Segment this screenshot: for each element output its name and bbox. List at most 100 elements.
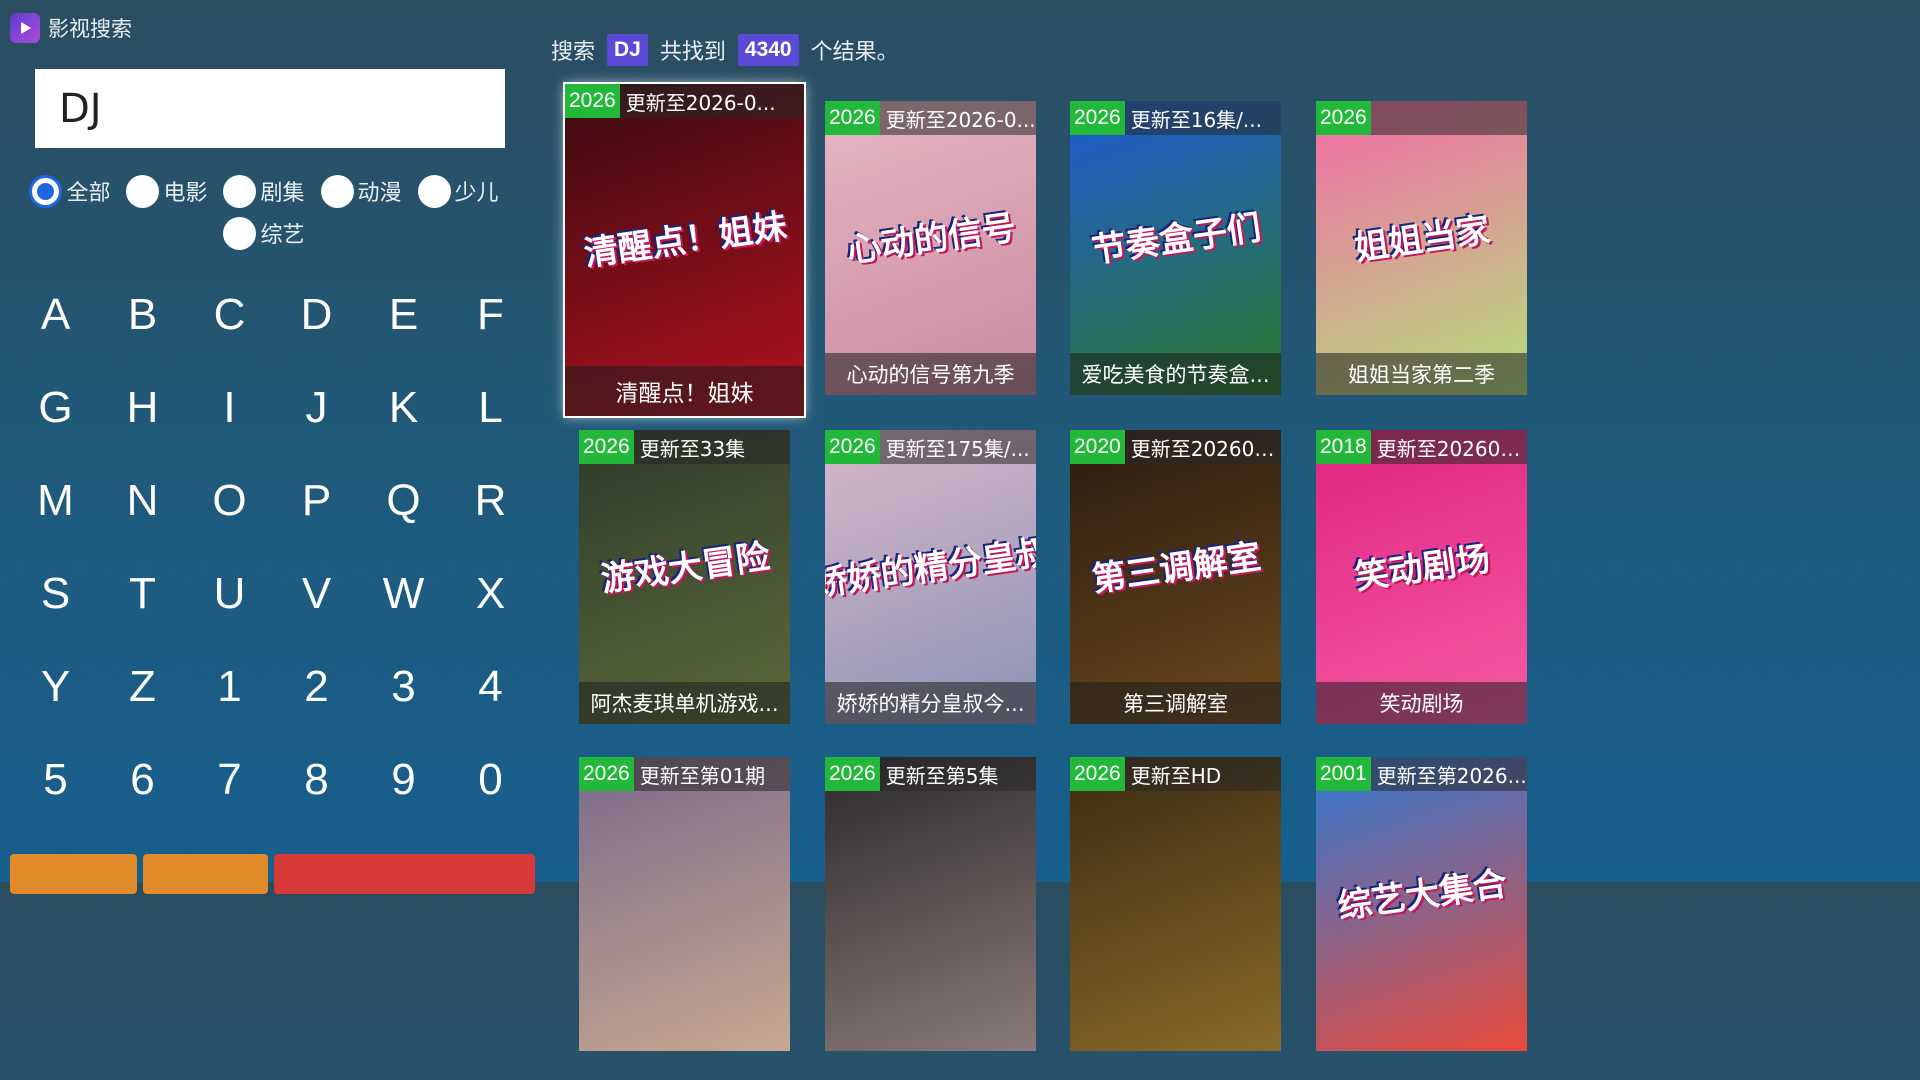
key-l[interactable]: L <box>447 361 534 454</box>
result-card[interactable]: 心动的信号 2026 更新至2026-0... 心动的信号第九季 <box>825 101 1036 395</box>
key-9[interactable]: 9 <box>360 733 447 826</box>
key-m[interactable]: M <box>12 454 99 547</box>
update-status: 更新至202609... <box>1376 436 1527 461</box>
year-badge: 2026 <box>825 757 880 791</box>
result-card[interactable]: 2026 更新至第5集 <box>825 757 1036 1051</box>
key-w[interactable]: W <box>360 547 447 640</box>
result-title: 娇娇的精分皇叔今... <box>825 682 1036 724</box>
key-6[interactable]: 6 <box>99 733 186 826</box>
key-2[interactable]: 2 <box>273 640 360 733</box>
key-a[interactable]: A <box>12 268 99 361</box>
key-c[interactable]: C <box>186 268 273 361</box>
key-v[interactable]: V <box>273 547 360 640</box>
search-input[interactable]: DJ <box>35 69 505 148</box>
result-card[interactable]: 姐姐当家 2026 姐姐当家第二季 <box>1316 101 1527 395</box>
key-3[interactable]: 3 <box>360 640 447 733</box>
filter-label: 剧集 <box>260 181 305 206</box>
result-card[interactable]: 第三调解室 2020 更新至202609... 第三调解室 <box>1070 430 1281 724</box>
year-badge: 2026 <box>1070 101 1125 135</box>
year-badge: 2020 <box>1070 430 1125 464</box>
poster-art-text: 第三调解室 <box>1089 537 1263 601</box>
radio-circle[interactable] <box>417 174 451 208</box>
poster-image: 游戏大冒险 <box>579 430 790 724</box>
badge-row: 2026 更新至HD <box>1070 757 1281 791</box>
poster-image: 笑动剧场 <box>1316 430 1527 724</box>
poster-image: 综艺大集合 <box>1316 757 1527 1051</box>
key-h[interactable]: H <box>99 361 186 454</box>
year-badge: 2026 <box>565 84 620 118</box>
poster-image: 娇娇的精分皇叔 <box>825 430 1036 724</box>
filter-radio-2[interactable]: 剧集 <box>223 172 305 210</box>
radio-circle[interactable] <box>29 174 63 208</box>
result-card[interactable]: 节奏盒子们 2026 更新至16集/... 爱吃美食的节奏盒... <box>1070 101 1281 395</box>
key-y[interactable]: Y <box>12 640 99 733</box>
filter-radio-4[interactable]: 少儿 <box>417 172 499 210</box>
poster-image <box>1070 757 1281 1051</box>
key-5[interactable]: 5 <box>12 733 99 826</box>
search-button[interactable] <box>274 854 535 894</box>
badge-row: 2026 更新至第5集 <box>825 757 1036 791</box>
key-i[interactable]: I <box>186 361 273 454</box>
key-s[interactable]: S <box>12 547 99 640</box>
radio-circle[interactable] <box>223 216 257 250</box>
filter-radio-1[interactable]: 电影 <box>126 172 207 210</box>
key-o[interactable]: O <box>186 454 273 547</box>
key-u[interactable]: U <box>186 547 273 640</box>
result-card[interactable]: 综艺大集合 2001 更新至第2026... <box>1316 757 1527 1051</box>
result-card[interactable]: 2026 更新至第01期 <box>579 757 790 1051</box>
update-status: 更新至202609... <box>1130 436 1281 461</box>
radio-circle[interactable] <box>126 174 160 208</box>
poster-art-text: 心动的信号 <box>844 208 1018 272</box>
key-p[interactable]: P <box>273 454 360 547</box>
poster-art-text: 娇娇的精分皇叔 <box>825 532 1036 606</box>
year-badge: 2026 <box>825 430 880 464</box>
badge-row: 2001 更新至第2026... <box>1316 757 1527 791</box>
update-status: 更新至第2026... <box>1376 763 1527 788</box>
key-g[interactable]: G <box>12 361 99 454</box>
key-t[interactable]: T <box>99 547 186 640</box>
result-card[interactable]: 清醒点！姐妹 2026 更新至2026-0... 清醒点！姐妹 <box>563 82 806 418</box>
filter-radio-0[interactable]: 全部 <box>29 172 110 210</box>
key-f[interactable]: F <box>447 268 534 361</box>
year-badge: 2018 <box>1316 430 1371 464</box>
key-x[interactable]: X <box>447 547 534 640</box>
badge-row: 2026 更新至33集 <box>579 430 790 464</box>
summary-middle: 共找到 <box>659 40 726 65</box>
result-card[interactable]: 2026 更新至HD <box>1070 757 1281 1051</box>
key-0[interactable]: 0 <box>447 733 534 826</box>
result-card[interactable]: 游戏大冒险 2026 更新至33集 阿杰麦琪单机游戏... <box>579 430 790 724</box>
result-card[interactable]: 娇娇的精分皇叔 2026 更新至175集/... 娇娇的精分皇叔今... <box>825 430 1036 724</box>
result-title: 清醒点！姐妹 <box>565 366 804 416</box>
key-z[interactable]: Z <box>99 640 186 733</box>
result-title: 心动的信号第九季 <box>825 353 1036 395</box>
count-tag: 4340 <box>737 34 799 66</box>
key-q[interactable]: Q <box>360 454 447 547</box>
action-button-2[interactable] <box>143 854 268 894</box>
key-4[interactable]: 4 <box>447 640 534 733</box>
key-1[interactable]: 1 <box>186 640 273 733</box>
onscreen-keyboard: ABCDEF GHIJKL MNOPQR STUVWX YZ1234 567890 <box>12 268 534 826</box>
key-e[interactable]: E <box>360 268 447 361</box>
action-button-1[interactable] <box>10 854 137 894</box>
key-n[interactable]: N <box>99 454 186 547</box>
filter-radio-3[interactable]: 动漫 <box>320 172 402 210</box>
key-r[interactable]: R <box>447 454 534 547</box>
key-d[interactable]: D <box>273 268 360 361</box>
radio-circle[interactable] <box>320 174 354 208</box>
poster-image <box>579 757 790 1051</box>
summary-prefix: 搜索 <box>551 40 596 65</box>
result-title: 姐姐当家第二季 <box>1316 353 1527 395</box>
poster-image: 节奏盒子们 <box>1070 101 1281 395</box>
key-b[interactable]: B <box>99 268 186 361</box>
keyword-tag: DJ <box>607 34 648 66</box>
key-j[interactable]: J <box>273 361 360 454</box>
result-card[interactable]: 笑动剧场 2018 更新至202609... 笑动剧场 <box>1316 430 1527 724</box>
poster-image <box>825 757 1036 1051</box>
badge-row: 2018 更新至202609... <box>1316 430 1527 464</box>
key-k[interactable]: K <box>360 361 447 454</box>
badge-row: 2026 <box>1316 101 1527 135</box>
filter-radio-5[interactable]: 综艺 <box>223 214 305 252</box>
key-8[interactable]: 8 <box>273 733 360 826</box>
radio-circle[interactable] <box>223 174 257 208</box>
key-7[interactable]: 7 <box>186 733 273 826</box>
